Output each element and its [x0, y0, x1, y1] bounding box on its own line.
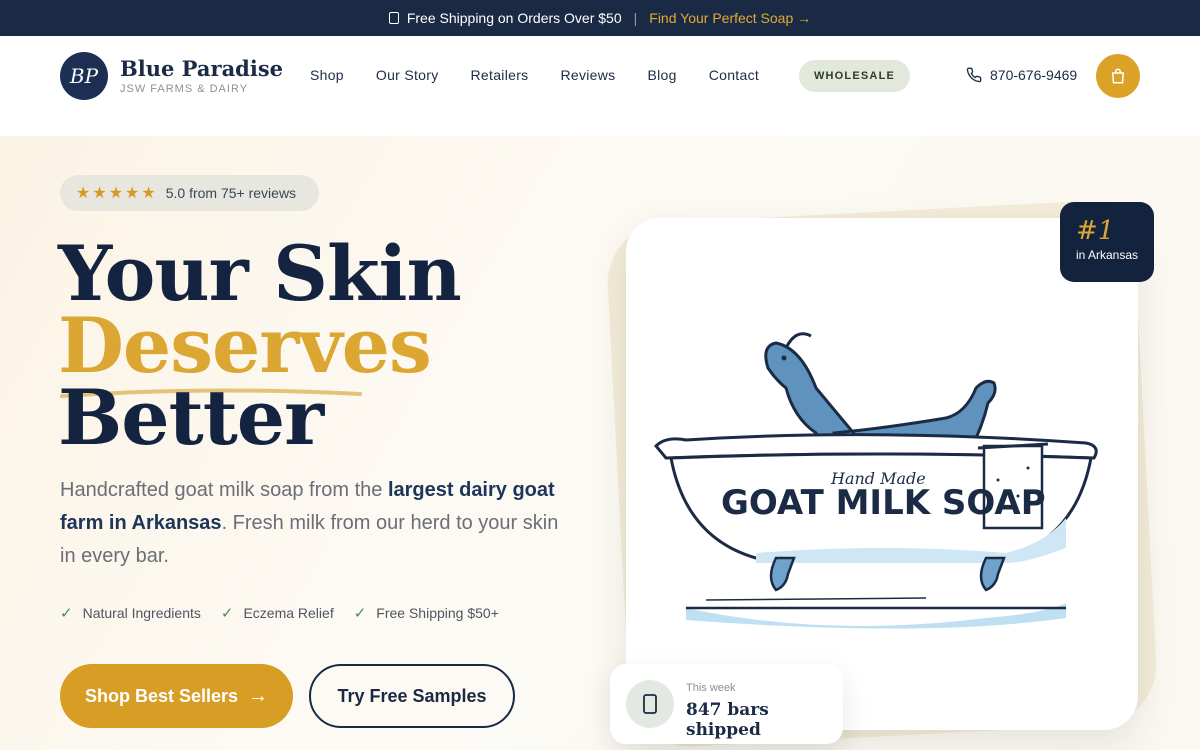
separator: | [633, 10, 638, 26]
bag-icon [1111, 68, 1125, 84]
logo[interactable]: BP [60, 52, 108, 100]
brand-name[interactable]: Blue Paradise [120, 56, 283, 81]
rank-number: #1 [1076, 216, 1115, 246]
hero-lead: Handcrafted goat milk soap from the larg… [60, 474, 570, 573]
rating-pill: ★★★★★ 5.0 from 75+ reviews [60, 175, 319, 211]
nav-our-story[interactable]: Our Story [376, 67, 439, 83]
nav-shop[interactable]: Shop [310, 67, 344, 83]
wholesale-button[interactable]: WHOLESALE [799, 60, 910, 92]
hero-section: ★★★★★ 5.0 from 75+ reviews Your Skin Des… [0, 136, 1200, 750]
shipped-card: This week 847 bars shipped [610, 664, 843, 744]
check-icon: ✓ [353, 605, 367, 622]
site-header: BP Blue Paradise JSW FARMS & DAIRY Shop … [0, 36, 1200, 136]
main-nav: Shop Our Story Retailers Reviews Blog Co… [310, 67, 791, 83]
rank-label: in Arkansas [1076, 248, 1139, 262]
phone-link[interactable]: 870-676-9469 [966, 67, 1077, 83]
nav-retailers[interactable]: Retailers [471, 67, 529, 83]
feature-item: ✓ Eczema Relief [221, 604, 334, 622]
phone-icon [966, 67, 982, 83]
shipped-caption: This week [686, 682, 736, 694]
headline-line-3: Better [58, 373, 324, 462]
feature-list: ✓ Natural Ingredients ✓ Eczema Relief ✓ … [60, 604, 519, 622]
shipping-text: Free Shipping on Orders Over $50 [406, 10, 622, 26]
shop-best-sellers-button[interactable]: Shop Best Sellers → [60, 664, 293, 728]
product-image-card: Hand Made GOAT MILK SOAP [626, 218, 1138, 730]
nav-reviews[interactable]: Reviews [560, 67, 615, 83]
nav-blog[interactable]: Blog [647, 67, 676, 83]
feature-label: Natural Ingredients [82, 605, 201, 621]
arrow-right-icon: → [248, 684, 269, 707]
goat-in-tub-illustration: Hand Made GOAT MILK SOAP [653, 332, 1098, 629]
rating-text: 5.0 from 75+ reviews [165, 185, 297, 201]
rank-badge: #1 in Arkansas [1060, 202, 1154, 282]
tub-title: GOAT MILK SOAP [721, 483, 1046, 523]
find-soap-link[interactable]: Find Your Perfect Soap → [649, 10, 811, 26]
check-icon: ✓ [60, 605, 73, 622]
nav-contact[interactable]: Contact [709, 67, 759, 83]
feature-item: ✓ Free Shipping $50+ [354, 604, 499, 622]
check-icon: ✓ [220, 605, 234, 622]
brand-subtitle: JSW FARMS & DAIRY [120, 83, 249, 95]
truck-icon [388, 12, 399, 24]
feature-label: Eczema Relief [243, 605, 334, 621]
cart-button[interactable] [1096, 54, 1140, 98]
box-icon [626, 680, 674, 728]
lead-text-start: Handcrafted goat milk soap from the [60, 479, 388, 501]
phone-number: 870-676-9469 [990, 67, 1078, 83]
feature-label: Free Shipping $50+ [376, 605, 499, 621]
feature-item: ✓ Natural Ingredients [60, 604, 201, 622]
star-icon: ★★★★★ [76, 185, 158, 202]
primary-button-label: Shop Best Sellers [84, 685, 239, 706]
try-free-samples-button[interactable]: Try Free Samples [309, 664, 515, 728]
announcement-bar: Free Shipping on Orders Over $50 | Find … [0, 0, 1200, 36]
shipped-value: 847 bars shipped [686, 700, 769, 740]
